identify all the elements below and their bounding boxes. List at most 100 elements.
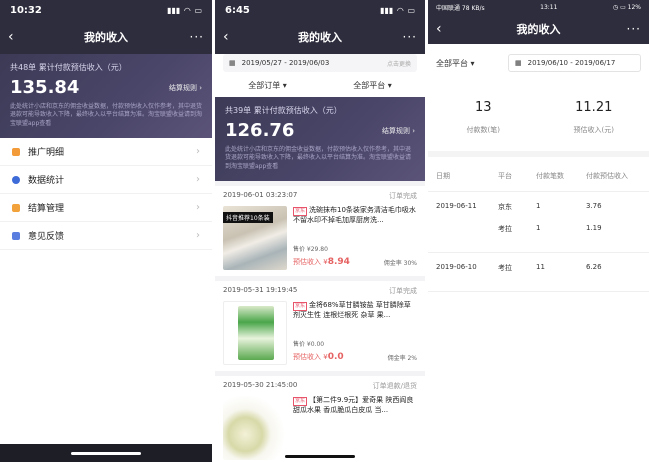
- page-title: 我的收入: [516, 23, 561, 36]
- platform-filter-dropdown[interactable]: 全部平台 ▾: [436, 58, 508, 69]
- stats-summary: 13 付款数(笔) 11.21 预估收入(元): [428, 82, 649, 157]
- income-amount: 135.84: [10, 77, 80, 98]
- menu-item-data-stats[interactable]: 数据统计 ›: [0, 166, 212, 195]
- home-indicator[interactable]: [71, 452, 141, 455]
- summary-label: 共48单 累计付款预估收入（元）: [10, 63, 127, 72]
- stat-payment-count: 13 付款数(笔): [466, 100, 500, 134]
- date-range-picker[interactable]: ▦ 2019/06/10 - 2019/06/17: [508, 54, 641, 72]
- product-tag: 抖音推荐10条装: [223, 212, 273, 224]
- top-bar: 10:32 ▮▮▮ ◠ ▭ ‹ 我的收入 ···: [0, 0, 212, 54]
- product-title: 京东 金将68%草甘膦铵盐 草甘膦除草剂灭生性 连根烂根死 杂草 果...: [293, 301, 411, 319]
- order-status: 订单完成: [389, 192, 417, 201]
- order-card[interactable]: 2019-05-30 21:45:00 订单退款/退货 京东 【第二件9.9元】爱…: [215, 376, 425, 462]
- product-title: 京东 【第二件9.9元】爱奇果 陕西阎良甜瓜水果 香瓜脆瓜白皮瓜 当...: [293, 396, 414, 414]
- battery-icon: ▭: [620, 3, 626, 11]
- back-icon[interactable]: ‹: [8, 29, 28, 45]
- filters: 全部订单 ▾ 全部平台 ▾: [215, 72, 425, 97]
- commission-rate: 佣金率 2%: [387, 355, 417, 363]
- back-icon[interactable]: ‹: [436, 21, 456, 37]
- status-carrier: 中国联通 78 KB/s: [436, 4, 485, 12]
- product-price: 售价 ¥0.00: [293, 341, 325, 349]
- product-price: 售价 ¥29.80: [293, 246, 328, 254]
- filter-area: ▦ 2019/05/27 - 2019/06/03 点击更换 全部订单 ▾ 全部…: [215, 54, 425, 97]
- top-bar: 6:45 ▮▮▮ ◠ ▭ ‹ 我的收入 ···: [215, 0, 425, 54]
- table-row: 京东 1 3.76: [498, 202, 602, 211]
- estimated-income: 预估收入 ¥8.94: [293, 257, 350, 268]
- table-row-group: 2019-06-11 京东 1 3.76 考拉 1 1.19: [428, 192, 649, 253]
- menu-list: 推广明细 › 数据统计 › 结算管理 › 意见反馈 ›: [0, 138, 212, 251]
- nav-bar: ‹ 我的收入 ···: [215, 20, 425, 54]
- order-card[interactable]: 2019-05-31 19:19:45 订单完成 京东 金将68%草甘膦铵盐 草甘…: [215, 281, 425, 372]
- page-title: 我的收入: [84, 31, 128, 44]
- status-battery: ◷ ▭ 12%: [612, 3, 641, 11]
- date-range-picker[interactable]: ▦ 2019/05/27 - 2019/06/03 点击更换: [223, 54, 417, 72]
- battery-icon: ▭: [407, 5, 415, 15]
- product-image: [223, 396, 287, 461]
- table-header: 日期 平台 付款笔数 付款预估收入: [428, 157, 649, 192]
- filter-row: 全部平台 ▾ ▦ 2019/06/10 - 2019/06/17: [428, 44, 649, 82]
- wifi-icon: ◠: [184, 5, 191, 15]
- income-summary: 共48单 累计付款预估收入（元） 135.84 结算规则 › 此处统计小店和京东…: [0, 54, 212, 139]
- source-badge: 京东: [293, 302, 308, 311]
- nav-bar: ‹ 我的收入 ···: [428, 14, 649, 44]
- more-icon[interactable]: ···: [184, 30, 204, 44]
- estimated-income: 预估收入 ¥0.0: [293, 352, 344, 363]
- page-title: 我的收入: [298, 31, 342, 44]
- source-badge: 京东: [293, 397, 308, 406]
- more-icon[interactable]: ···: [621, 22, 641, 36]
- table-row: 考拉 1 1.19: [498, 224, 602, 233]
- back-icon[interactable]: ‹: [223, 29, 243, 45]
- status-time: 13:11: [540, 3, 558, 11]
- status-time: 6:45: [225, 4, 250, 16]
- top-bar: 中国联通 78 KB/s 13:11 ◷ ▭ 12% ‹ 我的收入 ···: [428, 0, 649, 44]
- status-bar: 6:45 ▮▮▮ ◠ ▭: [215, 0, 425, 20]
- signal-icon: ▮▮▮: [380, 5, 394, 15]
- phone-order-list: 6:45 ▮▮▮ ◠ ▭ ‹ 我的收入 ··· ▦ 2019/05/27 - 2…: [215, 0, 425, 462]
- source-badge: 京东: [293, 207, 308, 216]
- menu-item-settlement[interactable]: 结算管理 ›: [0, 194, 212, 223]
- status-bar: 中国联通 78 KB/s 13:11 ◷ ▭ 12%: [428, 0, 649, 14]
- settlement-rule-link[interactable]: 结算规则 ›: [382, 126, 415, 136]
- feedback-icon: [12, 231, 20, 240]
- calendar-icon: ▦: [229, 59, 236, 67]
- alarm-icon: ◷: [612, 3, 619, 11]
- product-image: [223, 301, 287, 366]
- stat-estimated-income: 11.21 预估收入(元): [573, 100, 614, 134]
- status-bar: 10:32 ▮▮▮ ◠ ▭: [0, 0, 212, 20]
- status-time: 10:32: [10, 4, 42, 16]
- menu-item-promotion-details[interactable]: 推广明细 ›: [0, 138, 212, 167]
- chevron-right-icon: ›: [196, 146, 200, 158]
- order-status: 订单完成: [389, 287, 417, 296]
- menu-item-feedback[interactable]: 意见反馈 ›: [0, 222, 212, 251]
- change-date-link[interactable]: 点击更换: [387, 59, 411, 68]
- phone-income-stats: 中国联通 78 KB/s 13:11 ◷ ▭ 12% ‹ 我的收入 ··· 全部…: [428, 0, 649, 462]
- phone-income-overview: 10:32 ▮▮▮ ◠ ▭ ‹ 我的收入 ··· 共48单 累计付款预估收入（元…: [0, 0, 212, 462]
- product-title: 京东 洗碗抹布10条装家务清洁毛巾吸水不留水印不掉毛加厚厨房洗...: [293, 206, 416, 224]
- wifi-icon: ◠: [397, 5, 404, 15]
- status-icons: ▮▮▮ ◠ ▭: [167, 6, 202, 15]
- order-time: 2019-05-31 19:19:45: [223, 286, 298, 295]
- calendar-icon: ▦: [515, 59, 522, 67]
- platform-filter-dropdown[interactable]: 全部平台 ▾: [353, 80, 392, 91]
- order-time: 2019-06-01 03:23:07: [223, 191, 298, 200]
- income-summary: 共39单 累计付款预估收入（元） 126.76 结算规则 › 此处统计小店和京东…: [215, 97, 425, 182]
- order-time: 2019-05-30 21:45:00: [223, 381, 298, 390]
- row-date: 2019-06-11: [436, 202, 477, 210]
- summary-label: 共39单 累计付款预估收入（元）: [225, 106, 342, 115]
- product-image: 抖音推荐10条装: [223, 206, 287, 271]
- settlement-rule-link[interactable]: 结算规则 ›: [169, 83, 202, 93]
- table-row: 考拉 11 6.26: [498, 263, 602, 272]
- summary-note: 此处统计小店和京东的佣金收益数据，付款预估收入仅作参考，其中退货退款可能导致收入…: [225, 146, 412, 170]
- chevron-right-icon: ›: [196, 174, 200, 186]
- order-filter-dropdown[interactable]: 全部订单 ▾: [248, 80, 287, 91]
- table-row-group: 2019-06-10 考拉 11 6.26: [428, 253, 649, 292]
- more-icon[interactable]: ···: [397, 30, 417, 44]
- order-status: 订单退款/退货: [372, 382, 417, 391]
- chevron-right-icon: ›: [196, 202, 200, 214]
- nav-bar: ‹ 我的收入 ···: [0, 20, 212, 54]
- home-indicator[interactable]: [285, 455, 355, 458]
- chevron-right-icon: ›: [196, 230, 200, 242]
- screenshot-collage: 10:32 ▮▮▮ ◠ ▭ ‹ 我的收入 ··· 共48单 累计付款预估收入（元…: [0, 0, 649, 462]
- row-date: 2019-06-10: [436, 263, 477, 271]
- order-card[interactable]: 2019-06-01 03:23:07 订单完成 抖音推荐10条装 京东 洗碗抹布…: [215, 186, 425, 277]
